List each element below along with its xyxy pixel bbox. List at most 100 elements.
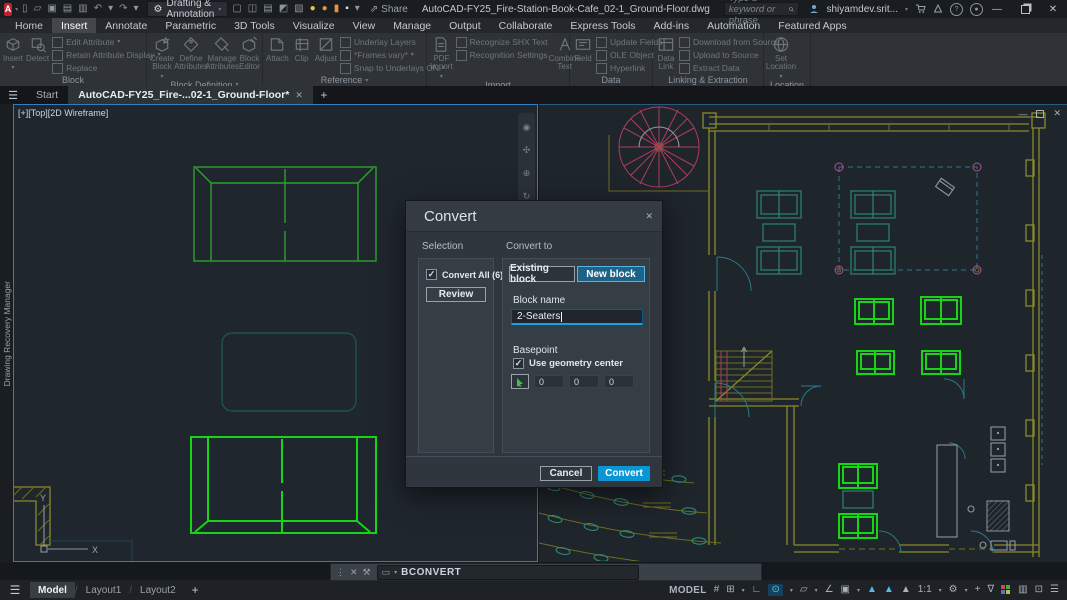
tab-annotate[interactable]: Annotate [96, 18, 156, 33]
clean-screen-icon[interactable]: ⊡ [1035, 585, 1043, 595]
qsave-icon[interactable]: ▤ [263, 4, 272, 14]
manage-attributes-button[interactable]: Manage Attributes [208, 35, 236, 72]
recognize-shx-text-button[interactable]: Recognize SHX Text [456, 37, 548, 48]
retain-attribute-display-button[interactable]: Retain Attribute Display▾ [52, 50, 160, 61]
object-snap-tracking-icon[interactable]: ∠ [825, 585, 834, 595]
undo-arrow-icon[interactable]: ▾ [108, 4, 113, 14]
trace-icon[interactable]: ▪ [345, 4, 349, 14]
tab-layout1[interactable]: Layout1 [78, 582, 130, 598]
new-layout-button[interactable]: + [184, 583, 207, 597]
steering-wheel-icon[interactable]: ◉ [523, 123, 531, 132]
tab-manage[interactable]: Manage [384, 18, 440, 33]
close-button[interactable]: ✕ [1039, 0, 1067, 18]
edit-attribute-button[interactable]: Edit Attribute▾ [52, 37, 160, 48]
dialog-close-icon[interactable]: ✕ [645, 211, 653, 222]
customization-icon[interactable]: ☰ [1050, 585, 1059, 595]
new-file-icon[interactable]: ▯ [22, 4, 28, 14]
tab-insert[interactable]: Insert [52, 18, 96, 33]
assistant-icon[interactable]: ● [970, 3, 983, 16]
tab-current-drawing[interactable]: AutoCAD-FY25_Fire-...02-1_Ground-Floor*✕ [68, 86, 313, 104]
layout-menu-icon[interactable]: ☰ [0, 583, 30, 597]
attach-button[interactable]: Attach [266, 35, 289, 63]
polar-arrow-icon[interactable]: ▾ [790, 587, 793, 594]
command-customize-icon[interactable]: ⚒ [363, 567, 371, 578]
visibility-icon[interactable]: ◫ [248, 4, 257, 14]
user-icon[interactable] [809, 4, 819, 14]
tab-model[interactable]: Model [30, 582, 75, 598]
command-line-bar[interactable]: ⋮ ✕ ⚒ ▭ ▾ BCONVERT [330, 563, 762, 581]
scale-arrow-icon[interactable]: ▾ [939, 587, 942, 594]
tab-output[interactable]: Output [440, 18, 490, 33]
share-button[interactable]: ⇗ Share [370, 4, 408, 15]
tab-automation[interactable]: Automation [698, 18, 769, 33]
app-menu-arrow-icon[interactable]: ▾ [15, 6, 18, 13]
drawing-minimize-icon[interactable]: — [1018, 109, 1027, 119]
create-block-button[interactable]: Create Block▾ [150, 35, 174, 80]
detect-button[interactable]: Detect [26, 35, 49, 63]
command-grip-icon[interactable]: ⋮ [336, 567, 345, 578]
block-name-input[interactable]: 2-Seaters [511, 309, 643, 325]
pdf-import-button[interactable]: PDF Import▾ [430, 35, 453, 80]
block-editor-button[interactable]: Block Editor [239, 35, 260, 72]
existing-block-button[interactable]: Existing block [509, 266, 575, 282]
panel-title-location[interactable]: Location [764, 80, 810, 86]
add-cursor-icon[interactable]: + [975, 585, 981, 595]
panel-title-reference[interactable]: Reference▾ [263, 74, 426, 86]
annotation-visibility-icon[interactable]: ▲ [867, 585, 877, 595]
review-button[interactable]: Review [426, 287, 486, 302]
drawing-restore-icon[interactable] [1036, 110, 1044, 118]
convert-all-checkbox[interactable]: ✓ Convert All (6) [426, 269, 503, 280]
tab-layout2[interactable]: Layout2 [132, 582, 184, 598]
cart-icon[interactable] [915, 4, 926, 14]
data-link-button[interactable]: Data Link [656, 35, 676, 72]
tab-home[interactable]: Home [6, 18, 52, 33]
undo-icon[interactable]: ↶ [94, 4, 102, 14]
tab-express-tools[interactable]: Express Tools [561, 18, 644, 33]
feedback-icon[interactable]: ◩ [279, 4, 288, 14]
workspace-switching-arrow-icon[interactable]: ▾ [965, 587, 968, 594]
model-space-label[interactable]: MODEL [669, 585, 707, 596]
drawing-recovery-manager-palette[interactable]: Drawing Recovery Manager [0, 104, 13, 563]
search-icon[interactable] [789, 5, 794, 14]
tab-featured-apps[interactable]: Featured Apps [769, 18, 855, 33]
polar-tracking-icon[interactable]: ⊙ [768, 584, 782, 596]
app-menu-button[interactable]: A [4, 3, 12, 16]
redo-arrow-icon[interactable]: ▾ [134, 4, 139, 14]
minimize-button[interactable]: — [983, 0, 1011, 18]
command-input[interactable]: ▭ ▾ BCONVERT [377, 565, 639, 580]
lock-icon[interactable]: ▮ [334, 4, 340, 14]
checklist-icon[interactable]: ▧ [294, 4, 303, 14]
object-snap-arrow-icon[interactable]: ▾ [857, 587, 860, 594]
basepoint-x-field[interactable]: 0 [534, 375, 564, 388]
basepoint-z-field[interactable]: 0 [604, 375, 634, 388]
panel-title-import[interactable]: Import [427, 80, 569, 86]
basepoint-y-field[interactable]: 0 [569, 375, 599, 388]
annotation-scale-value[interactable]: 1:1 [918, 585, 932, 595]
recent-commands-arrow-icon[interactable]: ▾ [394, 569, 397, 576]
ortho-mode-icon[interactable]: ∟ [752, 585, 762, 595]
convert-button[interactable]: Convert [598, 466, 650, 481]
command-close-icon[interactable]: ✕ [350, 567, 358, 578]
plot-icon[interactable]: ▥ [78, 4, 87, 14]
save-icon[interactable]: ▣ [47, 4, 56, 14]
notifications-icon[interactable] [933, 4, 943, 14]
tab-parametric[interactable]: Parametric [156, 18, 225, 33]
user-name[interactable]: shiyamdev.srit... [826, 4, 898, 15]
panel-title-linking-extraction[interactable]: Linking & Extraction [653, 74, 763, 86]
workspace-switcher[interactable]: ⚙ Drafting & Annotation ▾ [147, 1, 229, 17]
isolate-objects-icon[interactable]: ∇ [987, 585, 994, 595]
tab-add-ins[interactable]: Add-ins [645, 18, 699, 33]
recognition-settings-button[interactable]: Recognition Settings [456, 50, 548, 61]
pick-point-button[interactable] [511, 374, 529, 389]
recent-commands-icon[interactable]: ▭ [382, 567, 391, 578]
zoom-icon[interactable]: ⊕ [523, 169, 531, 178]
set-location-button[interactable]: Set Location▾ [767, 35, 795, 80]
tab-start[interactable]: Start [26, 86, 68, 104]
save-as-icon[interactable]: ▤ [63, 4, 72, 14]
object-snap-icon[interactable]: ▣ [841, 585, 850, 595]
dialog-header[interactable]: Convert ✕ [406, 201, 662, 232]
adjust-button[interactable]: Adjust [315, 35, 337, 63]
use-geometry-center-checkbox[interactable]: ✓ Use geometry center [513, 358, 623, 369]
drawing-close-icon[interactable]: ✕ [1053, 108, 1061, 119]
restore-button[interactable] [1011, 0, 1039, 18]
